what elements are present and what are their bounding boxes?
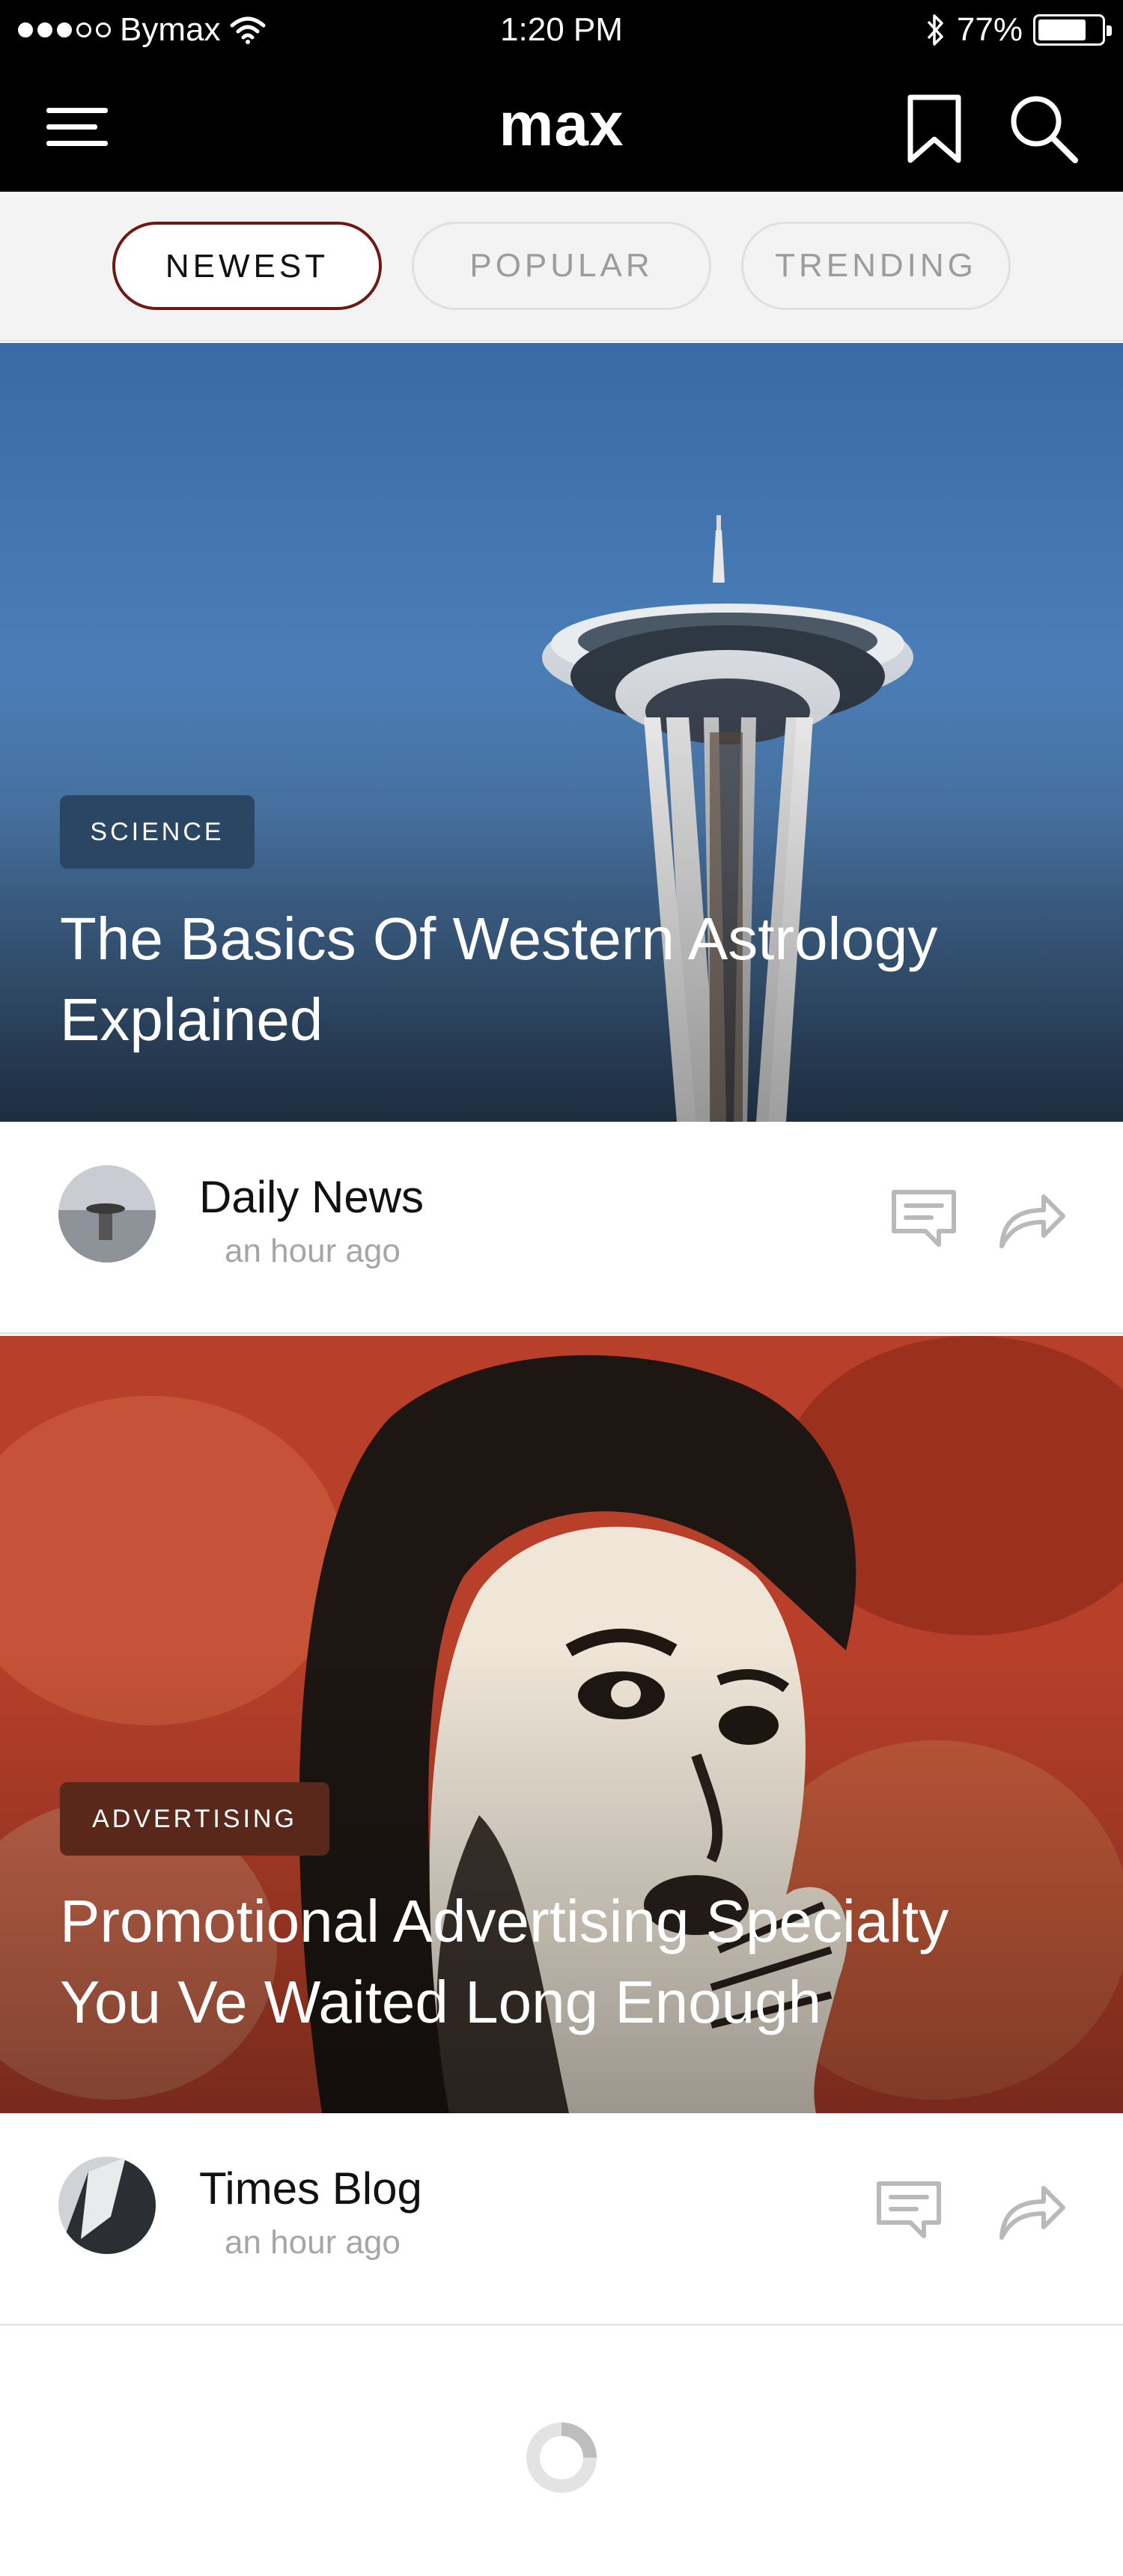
image-overlay [0,1647,1123,2113]
share-icon[interactable] [996,1191,1068,1249]
source-name[interactable]: Daily News [199,1171,424,1223]
tab-newest[interactable]: NEWEST [112,222,382,310]
search-icon[interactable] [1008,93,1080,165]
battery-icon [1033,14,1112,46]
loading-spinner-icon [526,2422,597,2493]
article-meta: Daily News an hour ago [0,1122,1123,1334]
category-badge[interactable]: ADVERTISING [60,1782,329,1856]
battery-percent: 77% [956,11,1023,48]
source-avatar[interactable] [58,2157,156,2254]
comment-icon[interactable] [874,2179,943,2241]
publish-time: an hour ago [225,1233,401,1269]
source-avatar[interactable] [58,1165,156,1263]
article-card-image[interactable]: SCIENCE The Basics Of Western Astrology … [0,343,1123,1122]
share-icon[interactable] [996,2182,1068,2241]
loading-area [0,2326,1123,2576]
article-title[interactable]: Promotional Advertising Specialty You Ve… [60,1881,1018,2043]
bluetooth-icon [927,14,943,46]
app-header: max [0,60,1123,192]
tab-trending[interactable]: TRENDING [741,222,1011,310]
source-name[interactable]: Times Blog [199,2163,422,2214]
bookmark-icon[interactable] [903,93,966,165]
comment-icon[interactable] [889,1188,958,1249]
article-meta: Times Blog an hour ago [0,2113,1123,2326]
status-bar: Bymax 1:20 PM 77% [0,0,1123,60]
status-right: 77% [924,7,1112,52]
article-card-image[interactable]: ADVERTISING Promotional Advertising Spec… [0,1336,1123,2113]
tab-popular[interactable]: POPULAR [412,222,711,310]
feed-tabs: NEWEST POPULAR TRENDING [0,192,1123,341]
category-badge[interactable]: SCIENCE [60,795,255,869]
publish-time: an hour ago [225,2224,401,2261]
article-title[interactable]: The Basics Of Western Astrology Explaine… [60,899,1018,1060]
